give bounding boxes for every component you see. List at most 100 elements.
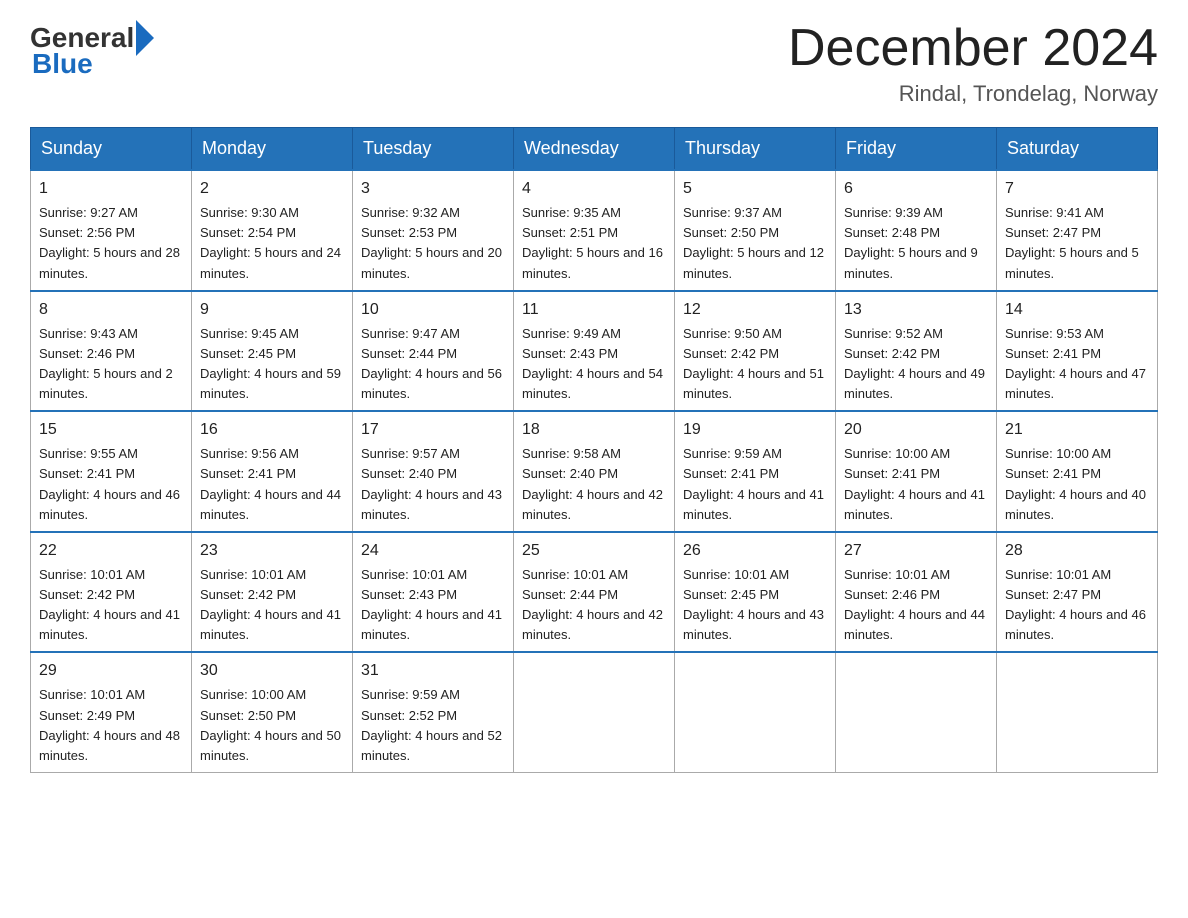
- day-number: 1: [39, 177, 183, 201]
- calendar-cell-w4-d7: 28 Sunrise: 10:01 AMSunset: 2:47 PMDayli…: [997, 532, 1158, 653]
- calendar-cell-w4-d2: 23 Sunrise: 10:01 AMSunset: 2:42 PMDayli…: [192, 532, 353, 653]
- day-number: 22: [39, 539, 183, 563]
- day-number: 28: [1005, 539, 1149, 563]
- day-number: 30: [200, 659, 344, 683]
- day-info: Sunrise: 9:37 AMSunset: 2:50 PMDaylight:…: [683, 205, 824, 280]
- day-info: Sunrise: 9:50 AMSunset: 2:42 PMDaylight:…: [683, 326, 824, 401]
- calendar-cell-w1-d7: 7 Sunrise: 9:41 AMSunset: 2:47 PMDayligh…: [997, 170, 1158, 291]
- header-wednesday: Wednesday: [514, 128, 675, 171]
- calendar-week-1: 1 Sunrise: 9:27 AMSunset: 2:56 PMDayligh…: [31, 170, 1158, 291]
- calendar-cell-w1-d2: 2 Sunrise: 9:30 AMSunset: 2:54 PMDayligh…: [192, 170, 353, 291]
- header-saturday: Saturday: [997, 128, 1158, 171]
- day-info: Sunrise: 10:00 AMSunset: 2:50 PMDaylight…: [200, 687, 341, 762]
- day-info: Sunrise: 9:39 AMSunset: 2:48 PMDaylight:…: [844, 205, 978, 280]
- day-number: 11: [522, 298, 666, 322]
- day-number: 31: [361, 659, 505, 683]
- day-number: 8: [39, 298, 183, 322]
- day-number: 4: [522, 177, 666, 201]
- calendar-cell-w3-d2: 16 Sunrise: 9:56 AMSunset: 2:41 PMDaylig…: [192, 411, 353, 532]
- day-info: Sunrise: 9:59 AMSunset: 2:41 PMDaylight:…: [683, 446, 824, 521]
- day-info: Sunrise: 10:01 AMSunset: 2:42 PMDaylight…: [39, 567, 180, 642]
- calendar-week-2: 8 Sunrise: 9:43 AMSunset: 2:46 PMDayligh…: [31, 291, 1158, 412]
- day-info: Sunrise: 9:41 AMSunset: 2:47 PMDaylight:…: [1005, 205, 1139, 280]
- day-info: Sunrise: 10:00 AMSunset: 2:41 PMDaylight…: [844, 446, 985, 521]
- calendar-cell-w2-d6: 13 Sunrise: 9:52 AMSunset: 2:42 PMDaylig…: [836, 291, 997, 412]
- day-number: 9: [200, 298, 344, 322]
- calendar-cell-w4-d4: 25 Sunrise: 10:01 AMSunset: 2:44 PMDayli…: [514, 532, 675, 653]
- day-number: 6: [844, 177, 988, 201]
- header-tuesday: Tuesday: [353, 128, 514, 171]
- day-info: Sunrise: 9:57 AMSunset: 2:40 PMDaylight:…: [361, 446, 502, 521]
- calendar-cell-w2-d7: 14 Sunrise: 9:53 AMSunset: 2:41 PMDaylig…: [997, 291, 1158, 412]
- calendar-cell-w2-d4: 11 Sunrise: 9:49 AMSunset: 2:43 PMDaylig…: [514, 291, 675, 412]
- day-info: Sunrise: 10:01 AMSunset: 2:49 PMDaylight…: [39, 687, 180, 762]
- calendar-cell-w5-d3: 31 Sunrise: 9:59 AMSunset: 2:52 PMDaylig…: [353, 652, 514, 772]
- day-number: 7: [1005, 177, 1149, 201]
- day-number: 18: [522, 418, 666, 442]
- day-number: 29: [39, 659, 183, 683]
- calendar-cell-w4-d5: 26 Sunrise: 10:01 AMSunset: 2:45 PMDayli…: [675, 532, 836, 653]
- day-number: 3: [361, 177, 505, 201]
- calendar-cell-w5-d1: 29 Sunrise: 10:01 AMSunset: 2:49 PMDayli…: [31, 652, 192, 772]
- calendar-cell-w3-d3: 17 Sunrise: 9:57 AMSunset: 2:40 PMDaylig…: [353, 411, 514, 532]
- calendar-cell-w4-d6: 27 Sunrise: 10:01 AMSunset: 2:46 PMDayli…: [836, 532, 997, 653]
- calendar-header-row: Sunday Monday Tuesday Wednesday Thursday…: [31, 128, 1158, 171]
- day-info: Sunrise: 10:01 AMSunset: 2:45 PMDaylight…: [683, 567, 824, 642]
- calendar-week-3: 15 Sunrise: 9:55 AMSunset: 2:41 PMDaylig…: [31, 411, 1158, 532]
- calendar-cell-w3-d5: 19 Sunrise: 9:59 AMSunset: 2:41 PMDaylig…: [675, 411, 836, 532]
- header-friday: Friday: [836, 128, 997, 171]
- calendar-cell-w4-d1: 22 Sunrise: 10:01 AMSunset: 2:42 PMDayli…: [31, 532, 192, 653]
- calendar-cell-w5-d7: [997, 652, 1158, 772]
- page-header: General Blue December 2024 Rindal, Trond…: [30, 20, 1158, 107]
- day-info: Sunrise: 9:30 AMSunset: 2:54 PMDaylight:…: [200, 205, 341, 280]
- calendar-cell-w4-d3: 24 Sunrise: 10:01 AMSunset: 2:43 PMDayli…: [353, 532, 514, 653]
- day-number: 21: [1005, 418, 1149, 442]
- calendar-week-5: 29 Sunrise: 10:01 AMSunset: 2:49 PMDayli…: [31, 652, 1158, 772]
- day-info: Sunrise: 9:52 AMSunset: 2:42 PMDaylight:…: [844, 326, 985, 401]
- calendar-week-4: 22 Sunrise: 10:01 AMSunset: 2:42 PMDayli…: [31, 532, 1158, 653]
- day-info: Sunrise: 10:01 AMSunset: 2:44 PMDaylight…: [522, 567, 663, 642]
- day-number: 23: [200, 539, 344, 563]
- logo-arrow-icon: [136, 20, 154, 56]
- day-info: Sunrise: 10:01 AMSunset: 2:47 PMDaylight…: [1005, 567, 1146, 642]
- calendar-cell-w1-d3: 3 Sunrise: 9:32 AMSunset: 2:53 PMDayligh…: [353, 170, 514, 291]
- title-section: December 2024 Rindal, Trondelag, Norway: [788, 20, 1158, 107]
- calendar-cell-w1-d6: 6 Sunrise: 9:39 AMSunset: 2:48 PMDayligh…: [836, 170, 997, 291]
- day-number: 26: [683, 539, 827, 563]
- day-info: Sunrise: 9:45 AMSunset: 2:45 PMDaylight:…: [200, 326, 341, 401]
- header-thursday: Thursday: [675, 128, 836, 171]
- day-info: Sunrise: 9:56 AMSunset: 2:41 PMDaylight:…: [200, 446, 341, 521]
- day-info: Sunrise: 9:55 AMSunset: 2:41 PMDaylight:…: [39, 446, 180, 521]
- day-info: Sunrise: 9:43 AMSunset: 2:46 PMDaylight:…: [39, 326, 173, 401]
- day-info: Sunrise: 9:47 AMSunset: 2:44 PMDaylight:…: [361, 326, 502, 401]
- day-number: 17: [361, 418, 505, 442]
- day-number: 16: [200, 418, 344, 442]
- day-number: 2: [200, 177, 344, 201]
- calendar-table: Sunday Monday Tuesday Wednesday Thursday…: [30, 127, 1158, 773]
- calendar-cell-w1-d4: 4 Sunrise: 9:35 AMSunset: 2:51 PMDayligh…: [514, 170, 675, 291]
- calendar-cell-w3-d4: 18 Sunrise: 9:58 AMSunset: 2:40 PMDaylig…: [514, 411, 675, 532]
- day-number: 14: [1005, 298, 1149, 322]
- header-sunday: Sunday: [31, 128, 192, 171]
- day-info: Sunrise: 10:01 AMSunset: 2:43 PMDaylight…: [361, 567, 502, 642]
- day-info: Sunrise: 10:01 AMSunset: 2:46 PMDaylight…: [844, 567, 985, 642]
- logo: General Blue: [30, 20, 156, 80]
- calendar-cell-w5-d2: 30 Sunrise: 10:00 AMSunset: 2:50 PMDayli…: [192, 652, 353, 772]
- day-number: 12: [683, 298, 827, 322]
- calendar-cell-w2-d3: 10 Sunrise: 9:47 AMSunset: 2:44 PMDaylig…: [353, 291, 514, 412]
- day-number: 5: [683, 177, 827, 201]
- day-info: Sunrise: 10:00 AMSunset: 2:41 PMDaylight…: [1005, 446, 1146, 521]
- day-number: 19: [683, 418, 827, 442]
- day-number: 25: [522, 539, 666, 563]
- day-info: Sunrise: 9:53 AMSunset: 2:41 PMDaylight:…: [1005, 326, 1146, 401]
- calendar-cell-w3-d6: 20 Sunrise: 10:00 AMSunset: 2:41 PMDayli…: [836, 411, 997, 532]
- calendar-cell-w2-d1: 8 Sunrise: 9:43 AMSunset: 2:46 PMDayligh…: [31, 291, 192, 412]
- calendar-cell-w1-d1: 1 Sunrise: 9:27 AMSunset: 2:56 PMDayligh…: [31, 170, 192, 291]
- day-number: 15: [39, 418, 183, 442]
- day-info: Sunrise: 10:01 AMSunset: 2:42 PMDaylight…: [200, 567, 341, 642]
- day-info: Sunrise: 9:32 AMSunset: 2:53 PMDaylight:…: [361, 205, 502, 280]
- day-info: Sunrise: 9:35 AMSunset: 2:51 PMDaylight:…: [522, 205, 663, 280]
- day-info: Sunrise: 9:59 AMSunset: 2:52 PMDaylight:…: [361, 687, 502, 762]
- calendar-cell-w3-d7: 21 Sunrise: 10:00 AMSunset: 2:41 PMDayli…: [997, 411, 1158, 532]
- calendar-cell-w2-d2: 9 Sunrise: 9:45 AMSunset: 2:45 PMDayligh…: [192, 291, 353, 412]
